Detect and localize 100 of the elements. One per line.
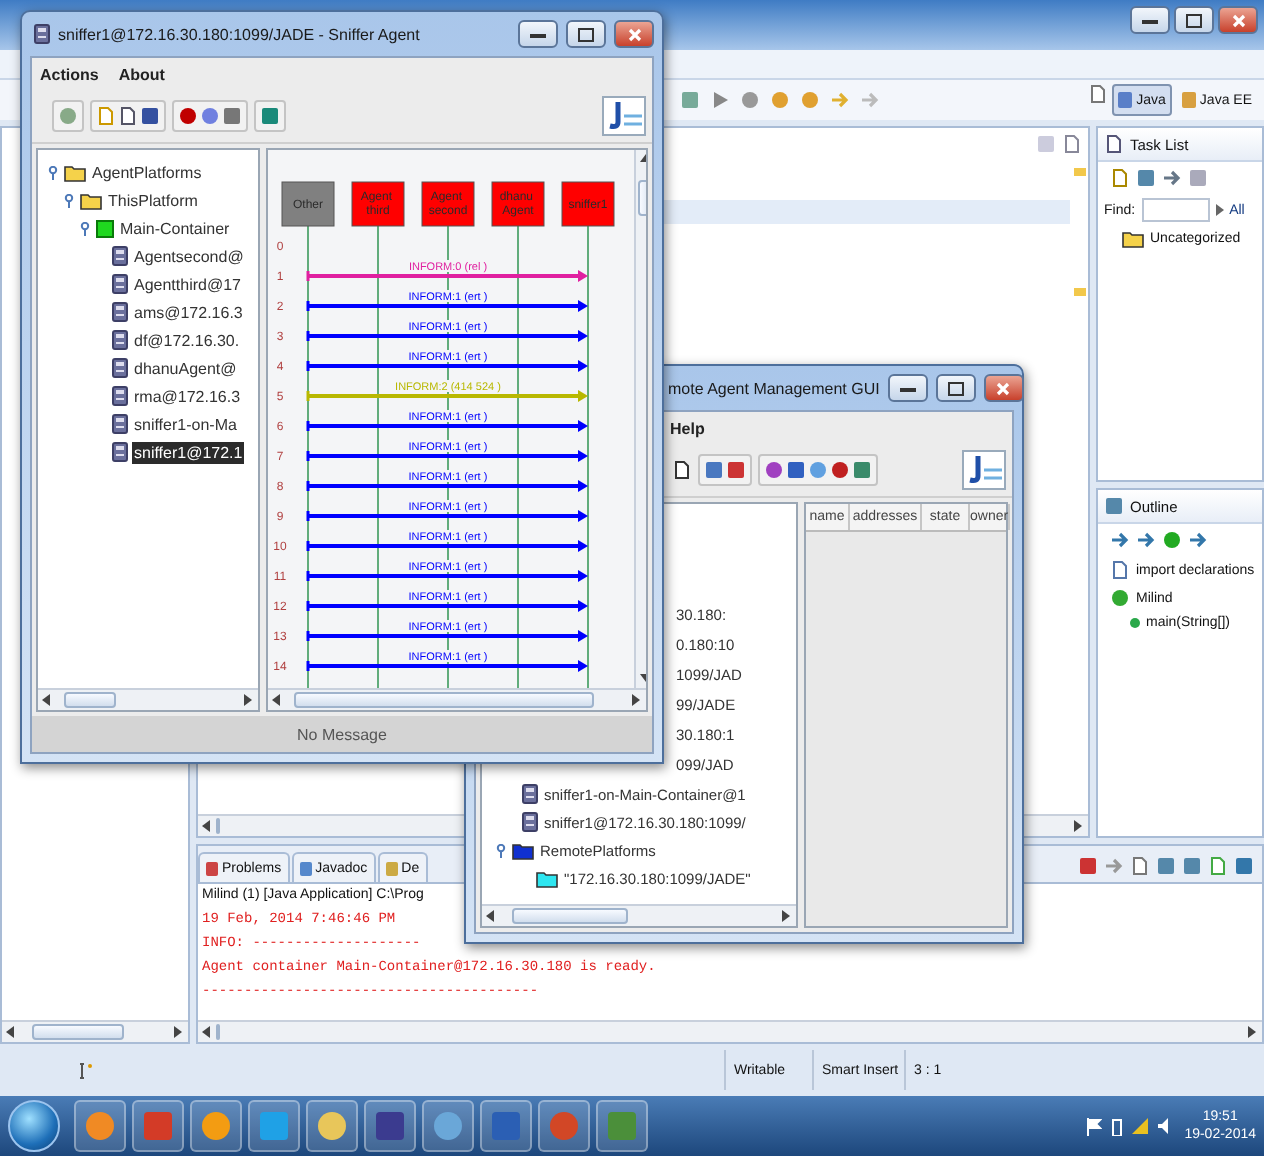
horizontal-scrollbar[interactable] [38, 688, 258, 710]
right-arrow-icon[interactable] [1074, 820, 1084, 832]
message-arrow[interactable] [306, 600, 588, 612]
square-icon[interactable] [786, 460, 806, 480]
square-icon[interactable] [222, 106, 242, 126]
tree-item[interactable]: ams@172.16.3 [132, 301, 245, 323]
minimize-button[interactable] [518, 20, 558, 48]
taskbar-button[interactable] [422, 1100, 474, 1152]
circle-icon[interactable] [178, 106, 198, 126]
message-arrow[interactable] [306, 270, 588, 282]
taskbar-button[interactable] [306, 1100, 358, 1152]
horizontal-scrollbar[interactable] [2, 1020, 188, 1042]
message-arrow[interactable] [306, 480, 588, 492]
message-arrow[interactable] [306, 660, 588, 672]
tree-item[interactable]: ThisPlatform [106, 189, 200, 211]
square-icon[interactable] [852, 460, 872, 480]
square-icon[interactable] [1078, 856, 1098, 876]
left-arrow-icon[interactable] [42, 694, 52, 706]
arrow-icon[interactable] [1104, 856, 1124, 876]
taskbar-button[interactable] [538, 1100, 590, 1152]
square-icon[interactable] [1234, 856, 1254, 876]
square-icon[interactable] [1104, 496, 1124, 516]
menu-item[interactable]: Help [670, 419, 705, 437]
taskbar-button[interactable] [190, 1100, 242, 1152]
tree-item[interactable]: sniffer1-on-Ma [132, 413, 239, 435]
close-button[interactable] [983, 374, 1024, 402]
circle-icon[interactable] [200, 106, 220, 126]
square-icon[interactable] [1136, 168, 1156, 188]
message-arrow[interactable] [306, 360, 588, 372]
horizontal-scrollbar[interactable] [482, 904, 796, 926]
message-arrow[interactable] [306, 420, 588, 432]
menu-item[interactable]: About [118, 65, 165, 83]
signal-icon[interactable] [1132, 1118, 1149, 1134]
arrow-icon[interactable] [1162, 168, 1182, 188]
taskbar-button[interactable] [74, 1100, 126, 1152]
arrow-icon[interactable] [1110, 530, 1130, 550]
find-field[interactable] [1141, 198, 1210, 222]
square-icon[interactable] [140, 106, 160, 126]
square-icon[interactable] [726, 460, 746, 480]
circle-icon[interactable] [808, 460, 828, 480]
tree-item[interactable]: AgentPlatforms [90, 161, 204, 183]
start-button[interactable] [8, 1100, 60, 1152]
message-arrow[interactable] [306, 540, 588, 552]
square-icon[interactable] [260, 106, 280, 126]
triangle-icon[interactable] [710, 90, 730, 110]
message-arrow[interactable] [306, 630, 588, 642]
minimize-button[interactable] [887, 374, 928, 402]
taskbar-button[interactable] [132, 1100, 184, 1152]
taskbar-button[interactable] [480, 1100, 532, 1152]
tree-toggle-icon[interactable] [46, 165, 60, 179]
circle-icon[interactable] [830, 460, 850, 480]
flag-icon[interactable] [1086, 1117, 1103, 1135]
tree-item[interactable]: Agentthird@17 [132, 273, 243, 295]
message-arrow[interactable] [306, 300, 588, 312]
square-icon[interactable] [1182, 856, 1202, 876]
message-arrow[interactable] [306, 570, 588, 582]
right-arrow-icon[interactable] [174, 1026, 184, 1038]
square-icon[interactable] [1156, 856, 1176, 876]
tree-item[interactable]: Agentsecond@ [132, 245, 246, 267]
horizontal-scrollbar[interactable] [268, 688, 646, 710]
tree-toggle-icon[interactable] [62, 193, 76, 207]
document-icon[interactable] [672, 460, 692, 480]
close-button[interactable] [1218, 6, 1258, 34]
tree-item[interactable]: dhanuAgent@ [132, 357, 239, 379]
right-arrow-icon[interactable] [782, 910, 792, 922]
maximize-button[interactable] [935, 374, 976, 402]
circle-icon[interactable] [1110, 588, 1130, 608]
circle-icon[interactable] [740, 90, 760, 110]
message-arrow[interactable] [306, 510, 588, 522]
minimize-button[interactable] [1130, 6, 1170, 34]
right-arrow-icon[interactable] [244, 694, 254, 706]
close-button[interactable] [614, 20, 654, 48]
arrow-icon[interactable] [1136, 530, 1156, 550]
horizontal-scrollbar[interactable] [198, 1020, 1262, 1042]
left-arrow-icon[interactable] [6, 1026, 16, 1038]
arrow-icon[interactable] [1188, 530, 1208, 550]
right-arrow-icon[interactable] [1248, 1026, 1258, 1038]
tree-item[interactable]: rma@172.16.3 [132, 385, 243, 407]
taskbar-button[interactable] [596, 1100, 648, 1152]
tree-item[interactable]: sniffer1@172.1 [132, 441, 245, 463]
menu-item[interactable]: Actions [40, 65, 99, 83]
right-arrow-icon[interactable] [632, 694, 642, 706]
circle-icon[interactable] [764, 460, 784, 480]
left-arrow-icon[interactable] [202, 1026, 212, 1038]
maximize-button[interactable] [1174, 6, 1214, 34]
message-arrow[interactable] [306, 330, 588, 342]
message-arrow[interactable] [306, 450, 588, 462]
tree-item[interactable]: Main-Container [118, 217, 232, 239]
left-arrow-icon[interactable] [272, 694, 282, 706]
battery-icon[interactable] [1112, 1117, 1123, 1135]
left-arrow-icon[interactable] [486, 910, 496, 922]
taskbar-button[interactable] [364, 1100, 416, 1152]
left-arrow-icon[interactable] [202, 820, 212, 832]
tree-toggle-icon[interactable] [494, 843, 508, 857]
tree-item[interactable]: df@172.16.30. [132, 329, 242, 351]
square-icon[interactable] [704, 460, 724, 480]
taskbar-button[interactable] [248, 1100, 300, 1152]
circle-icon[interactable] [1162, 530, 1182, 550]
maximize-button[interactable] [566, 20, 606, 48]
tree-toggle-icon[interactable] [78, 221, 92, 235]
